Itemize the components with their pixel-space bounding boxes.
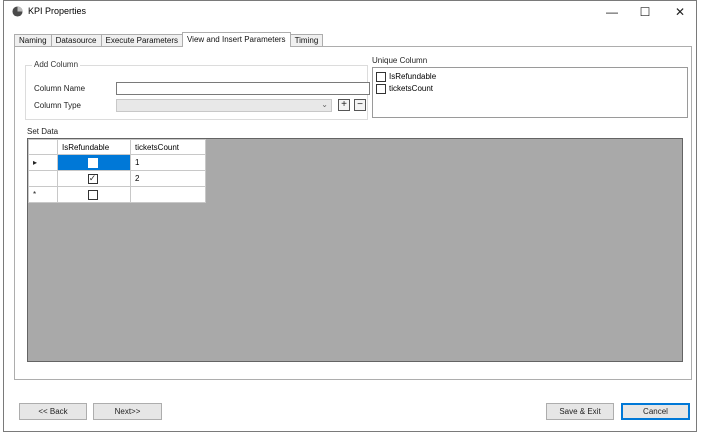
add-column-title: Add Column	[32, 60, 81, 69]
chevron-down-icon: ⌄	[321, 100, 328, 109]
isrefundable-cell[interactable]	[57, 186, 131, 203]
next-button[interactable]: Next>>	[93, 403, 162, 420]
isrefundable-checkbox[interactable]	[87, 189, 98, 200]
unique-column-title: Unique Column	[372, 56, 428, 65]
unique-column-list: IsRefundable ticketsCount	[372, 67, 688, 118]
set-data-title: Set Data	[27, 127, 59, 136]
add-column-group: Add Column Column Name Column Type ⌄ + −	[25, 60, 370, 120]
kpi-properties-window: KPI Properties — ☐ ✕ Naming Datasource E…	[3, 0, 697, 432]
data-grid-table: IsRefundable ticketsCount ▸ 1 ✓ 2 *	[28, 139, 206, 203]
ticketscount-cell[interactable]	[130, 186, 206, 203]
remove-column-button[interactable]: −	[354, 99, 366, 111]
isrefundable-cell[interactable]: ✓	[57, 170, 131, 187]
unique-ticketscount-checkbox[interactable]	[376, 83, 386, 94]
column-name-input[interactable]	[116, 82, 370, 95]
back-button[interactable]: << Back	[19, 403, 87, 420]
new-row-indicator[interactable]: *	[28, 186, 58, 203]
table-row[interactable]: ▸ 1	[28, 154, 206, 171]
column-name-label: Column Name	[34, 84, 86, 93]
column-header-isrefundable[interactable]: IsRefundable	[57, 139, 131, 155]
column-header-ticketscount[interactable]: ticketsCount	[130, 139, 206, 155]
pie-chart-icon	[12, 6, 23, 17]
window-title: KPI Properties	[28, 6, 87, 16]
title-bar: KPI Properties — ☐ ✕	[4, 1, 696, 23]
minimize-button[interactable]: —	[598, 3, 626, 21]
grid-header-row: IsRefundable ticketsCount	[28, 139, 206, 155]
table-row[interactable]: ✓ 2	[28, 170, 206, 187]
isrefundable-checkbox[interactable]: ✓	[87, 173, 98, 184]
row-header[interactable]	[28, 170, 58, 187]
unique-column-label: ticketsCount	[389, 84, 434, 93]
column-type-label: Column Type	[34, 101, 81, 110]
ticketscount-cell[interactable]: 2	[130, 170, 206, 187]
close-button[interactable]: ✕	[666, 3, 694, 21]
column-type-dropdown[interactable]: ⌄	[116, 99, 332, 112]
current-row-indicator[interactable]: ▸	[28, 154, 58, 171]
unique-column-item[interactable]: ticketsCount	[376, 83, 433, 94]
cancel-button[interactable]: Cancel	[621, 403, 690, 420]
unique-column-label: IsRefundable	[389, 72, 437, 81]
isrefundable-cell[interactable]	[57, 154, 131, 171]
data-grid[interactable]: IsRefundable ticketsCount ▸ 1 ✓ 2 *	[27, 138, 683, 362]
tab-view-and-insert-parameters[interactable]: View and Insert Parameters	[181, 32, 291, 47]
isrefundable-checkbox[interactable]	[87, 157, 98, 168]
add-column-button[interactable]: +	[338, 99, 350, 111]
save-exit-button[interactable]: Save & Exit	[546, 403, 614, 420]
table-row[interactable]: *	[28, 186, 206, 203]
view-and-insert-parameters-page: Add Column Column Name Column Type ⌄ + −…	[14, 46, 692, 380]
tab-strip: Naming Datasource Execute Parameters Vie…	[14, 32, 324, 47]
ticketscount-cell[interactable]: 1	[130, 154, 206, 171]
row-header-corner[interactable]	[28, 139, 58, 155]
maximize-button[interactable]: ☐	[631, 3, 659, 21]
unique-isrefundable-checkbox[interactable]	[376, 71, 386, 82]
unique-column-item[interactable]: IsRefundable	[376, 71, 436, 82]
